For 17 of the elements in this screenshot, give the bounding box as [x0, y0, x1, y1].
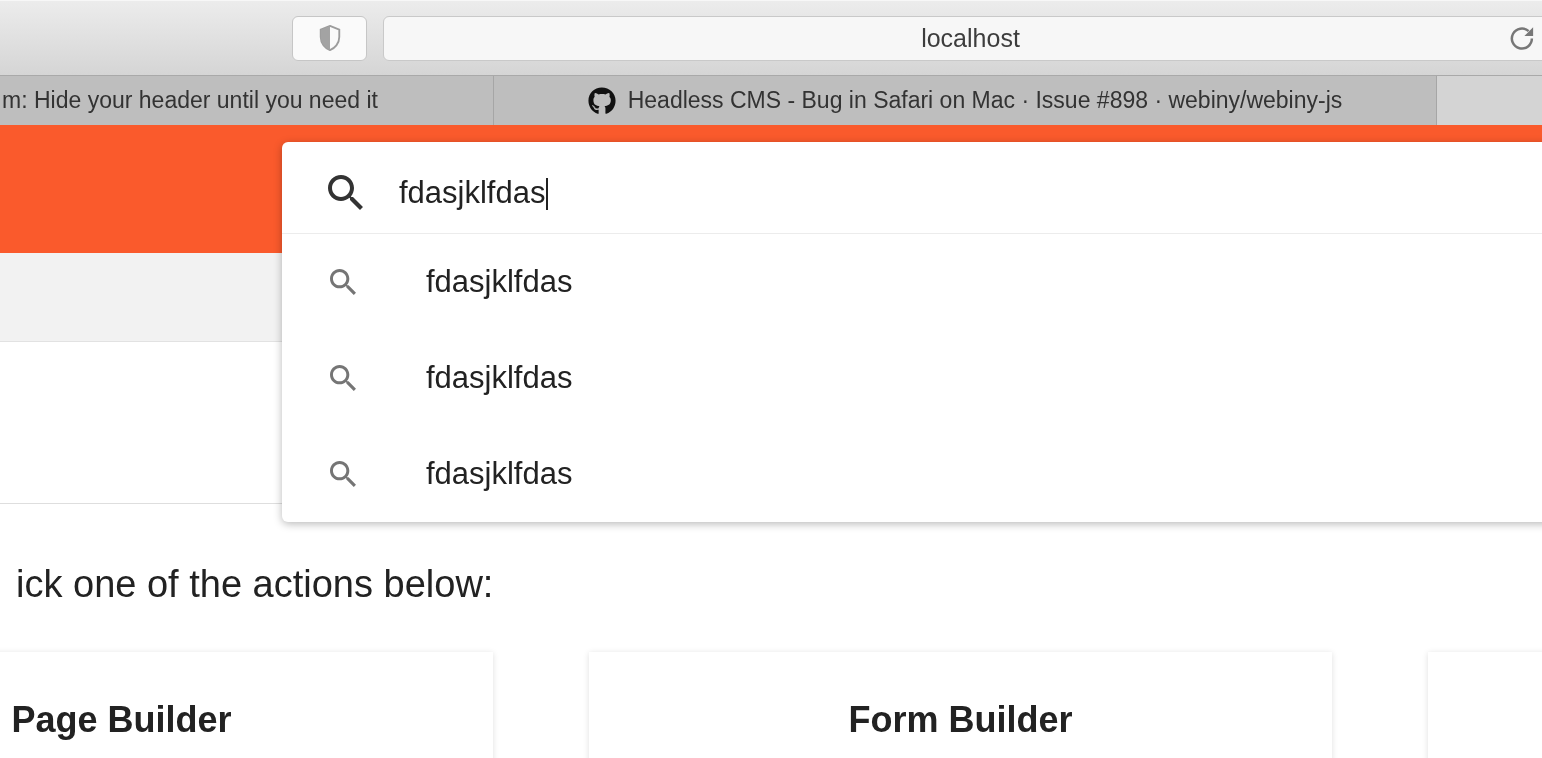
shield-icon	[318, 25, 341, 51]
address-field[interactable]: localhost	[383, 15, 1542, 61]
suggestion-item[interactable]: fdasjklfdas	[282, 330, 1542, 426]
search-icon	[330, 461, 356, 487]
search-field[interactable]: fdasjklfdas	[282, 142, 1542, 233]
card-title: Page Builder	[11, 698, 232, 742]
reload-icon[interactable]	[1510, 25, 1535, 51]
shield-button[interactable]	[292, 15, 367, 61]
card-title: Form Builder	[848, 698, 1073, 742]
search-icon	[330, 269, 356, 295]
action-card[interactable]: Page Builder	[0, 652, 493, 758]
search-icon	[328, 175, 363, 210]
prompt-text: ick one of the actions below:	[15, 562, 494, 606]
search-icon	[330, 365, 356, 391]
action-card[interactable]: Form Builder	[589, 652, 1332, 758]
suggestion-item[interactable]: fdasjklfdas	[282, 426, 1542, 522]
suggestion-item[interactable]: fdasjklfdas	[282, 234, 1542, 330]
